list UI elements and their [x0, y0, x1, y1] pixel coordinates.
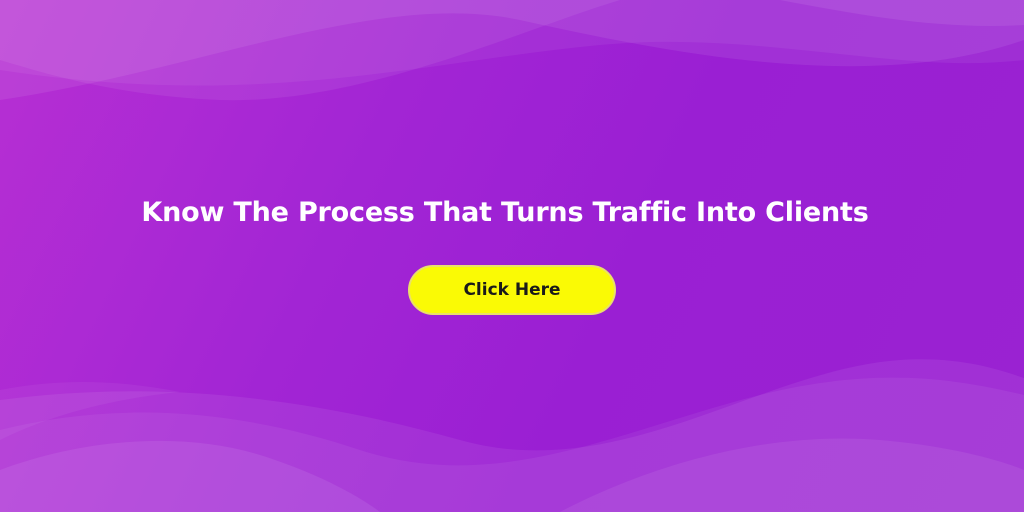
background-waves	[0, 0, 1024, 512]
promo-banner: Know The Process That Turns Traffic Into…	[0, 0, 1024, 512]
click-here-button[interactable]: Click Here	[408, 265, 616, 315]
banner-headline: Know The Process That Turns Traffic Into…	[141, 197, 869, 228]
